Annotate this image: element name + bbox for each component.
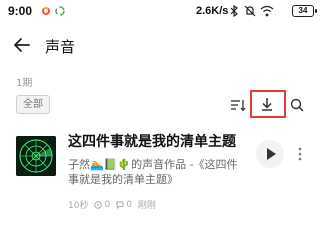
status-bar: 9:00 2.6K/s 34 xyxy=(0,0,320,24)
play-count-icon xyxy=(94,200,103,209)
battery-icon: 34 xyxy=(292,5,317,17)
plays-count: 0 xyxy=(104,199,111,210)
app-notification-icon xyxy=(55,6,65,16)
item-description-line2: 事就是我的清单主题》 xyxy=(68,173,178,186)
network-speed: 2.6K/s xyxy=(196,5,229,17)
bluetooth-icon xyxy=(230,5,238,17)
wifi-icon xyxy=(260,5,274,17)
filter-all-chip[interactable]: 全部 xyxy=(16,95,50,114)
search-icon[interactable] xyxy=(290,98,304,112)
notification-icon xyxy=(42,7,50,15)
page-title: 声音 xyxy=(45,38,76,56)
comment-icon xyxy=(116,201,124,209)
mute-icon xyxy=(244,5,256,17)
back-arrow-icon[interactable] xyxy=(12,35,32,55)
radar-cover-icon xyxy=(16,136,56,176)
episode-count: 1期 xyxy=(16,78,33,89)
item-meta: 10秒 0 0 刚刚 xyxy=(68,198,156,212)
item-description-line1: 子然🏊📗🌵的声音作品 -《这四件 xyxy=(68,158,238,171)
comments-stat: 0 xyxy=(116,200,132,210)
list-item[interactable]: 这四件事就是我的清单主题 子然🏊📗🌵的声音作品 -《这四件 事就是我的清单主题》… xyxy=(0,128,320,218)
play-button[interactable] xyxy=(256,140,284,168)
duration-label: 10秒 xyxy=(68,201,89,211)
comments-count: 0 xyxy=(126,199,132,210)
download-icon[interactable] xyxy=(259,96,275,112)
more-options-icon[interactable] xyxy=(298,146,302,162)
top-bar: 声音 xyxy=(0,24,320,68)
sort-icon[interactable] xyxy=(230,98,246,112)
plays-stat: 0 xyxy=(94,200,110,210)
status-time: 9:00 xyxy=(8,4,33,18)
cover-thumbnail xyxy=(16,136,56,176)
sound-list-panel: 1期 全部 这四件事就是我的清单主题 子然🏊📗🌵的声音作品 -《这四件 事就是我… xyxy=(0,68,320,240)
item-title: 这四件事就是我的清单主题 xyxy=(68,134,236,150)
item-description: 子然🏊📗🌵的声音作品 -《这四件 事就是我的清单主题》 xyxy=(68,157,256,187)
time-label: 刚刚 xyxy=(137,201,156,211)
